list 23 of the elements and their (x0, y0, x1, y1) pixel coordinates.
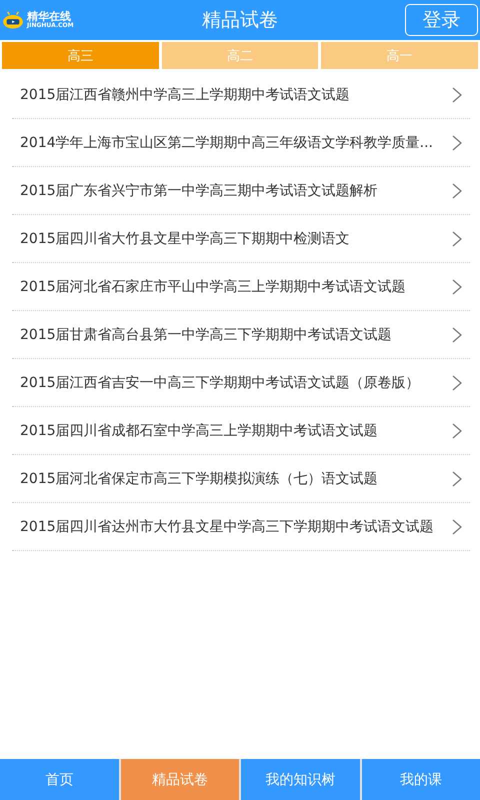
chevron-icon (452, 230, 462, 246)
paper-link[interactable]: 2015届四川省成都石室中学高三上学期期中考试语文试题 (20, 422, 378, 440)
paper-link[interactable]: 2015届河北省石家庄市平山中学高三上学期期中考试语文试题 (20, 278, 406, 296)
chevron-icon (452, 134, 462, 150)
paper-link[interactable]: 2015届江西省吉安一中高三下学期期中考试语文试题（原卷版） (20, 374, 420, 392)
chevron-icon (452, 182, 462, 198)
paper-link[interactable]: 2015届四川省达州市大竹县文星中学高三下学期期中考试语文试题 (20, 518, 434, 536)
chevron-icon (452, 374, 462, 390)
paper-link[interactable]: 2015届广东省兴宁市第一中学高三期中考试语文试题解析 (20, 182, 378, 200)
chevron-icon (452, 86, 462, 102)
page-title: 精品试卷 (202, 8, 278, 33)
chevron-icon (452, 518, 462, 534)
logo-name: 精华在线 (27, 11, 71, 22)
chevron-icon (452, 326, 462, 342)
chevron-icon (452, 470, 462, 486)
chevron-icon (452, 422, 462, 438)
paper-link[interactable]: 2015届江西省赣州中学高三上学期期中考试语文试题 (20, 86, 350, 104)
paper-link[interactable]: 2015届河北省保定市高三下学期模拟演练（七）语文试题 (20, 470, 378, 488)
paper-link[interactable]: 2014学年上海市宝山区第二学期期中高三年级语文学科教学质量... (20, 134, 433, 152)
chevron-icon (452, 278, 462, 294)
paper-link[interactable]: 2015届甘肃省高台县第一中学高三下学期期中考试语文试题 (20, 326, 392, 344)
paper-link[interactable]: 2015届四川省大竹县文星中学高三下期期中检测语文 (20, 230, 350, 248)
logo-icon (2, 11, 24, 29)
